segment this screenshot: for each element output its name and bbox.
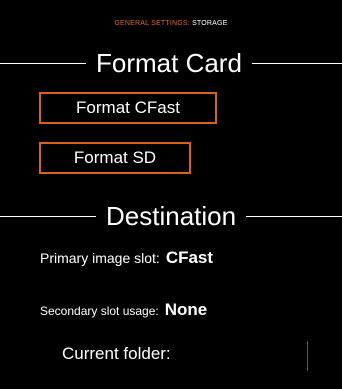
breadcrumb-section: GENERAL SETTINGS: bbox=[114, 20, 190, 27]
secondary-usage-value[interactable]: None bbox=[165, 300, 208, 320]
format-card-title: Format Card bbox=[96, 48, 242, 78]
format-cfast-button[interactable]: Format CFast bbox=[39, 92, 217, 124]
primary-slot-row[interactable]: Primary image slot: CFast bbox=[40, 248, 213, 268]
secondary-usage-row[interactable]: Secondary slot usage: None bbox=[40, 300, 207, 320]
primary-slot-value[interactable]: CFast bbox=[166, 248, 213, 268]
current-folder-label: Current folder: bbox=[62, 344, 171, 363]
divider-left bbox=[0, 215, 96, 217]
secondary-usage-label: Secondary slot usage: bbox=[40, 304, 159, 318]
divider-right bbox=[251, 62, 342, 64]
breadcrumb-page: STORAGE bbox=[192, 20, 228, 27]
destination-header: Destination bbox=[0, 199, 342, 233]
destination-title: Destination bbox=[106, 201, 237, 231]
folder-cursor bbox=[307, 341, 308, 371]
format-card-header: Format Card bbox=[0, 46, 342, 80]
breadcrumb: GENERAL SETTINGS: STORAGE bbox=[0, 20, 342, 27]
primary-slot-label: Primary image slot: bbox=[40, 250, 160, 266]
divider-right bbox=[246, 215, 342, 217]
format-sd-button[interactable]: Format SD bbox=[39, 142, 191, 174]
current-folder-row[interactable]: Current folder: bbox=[62, 344, 177, 364]
divider-left bbox=[0, 62, 86, 64]
